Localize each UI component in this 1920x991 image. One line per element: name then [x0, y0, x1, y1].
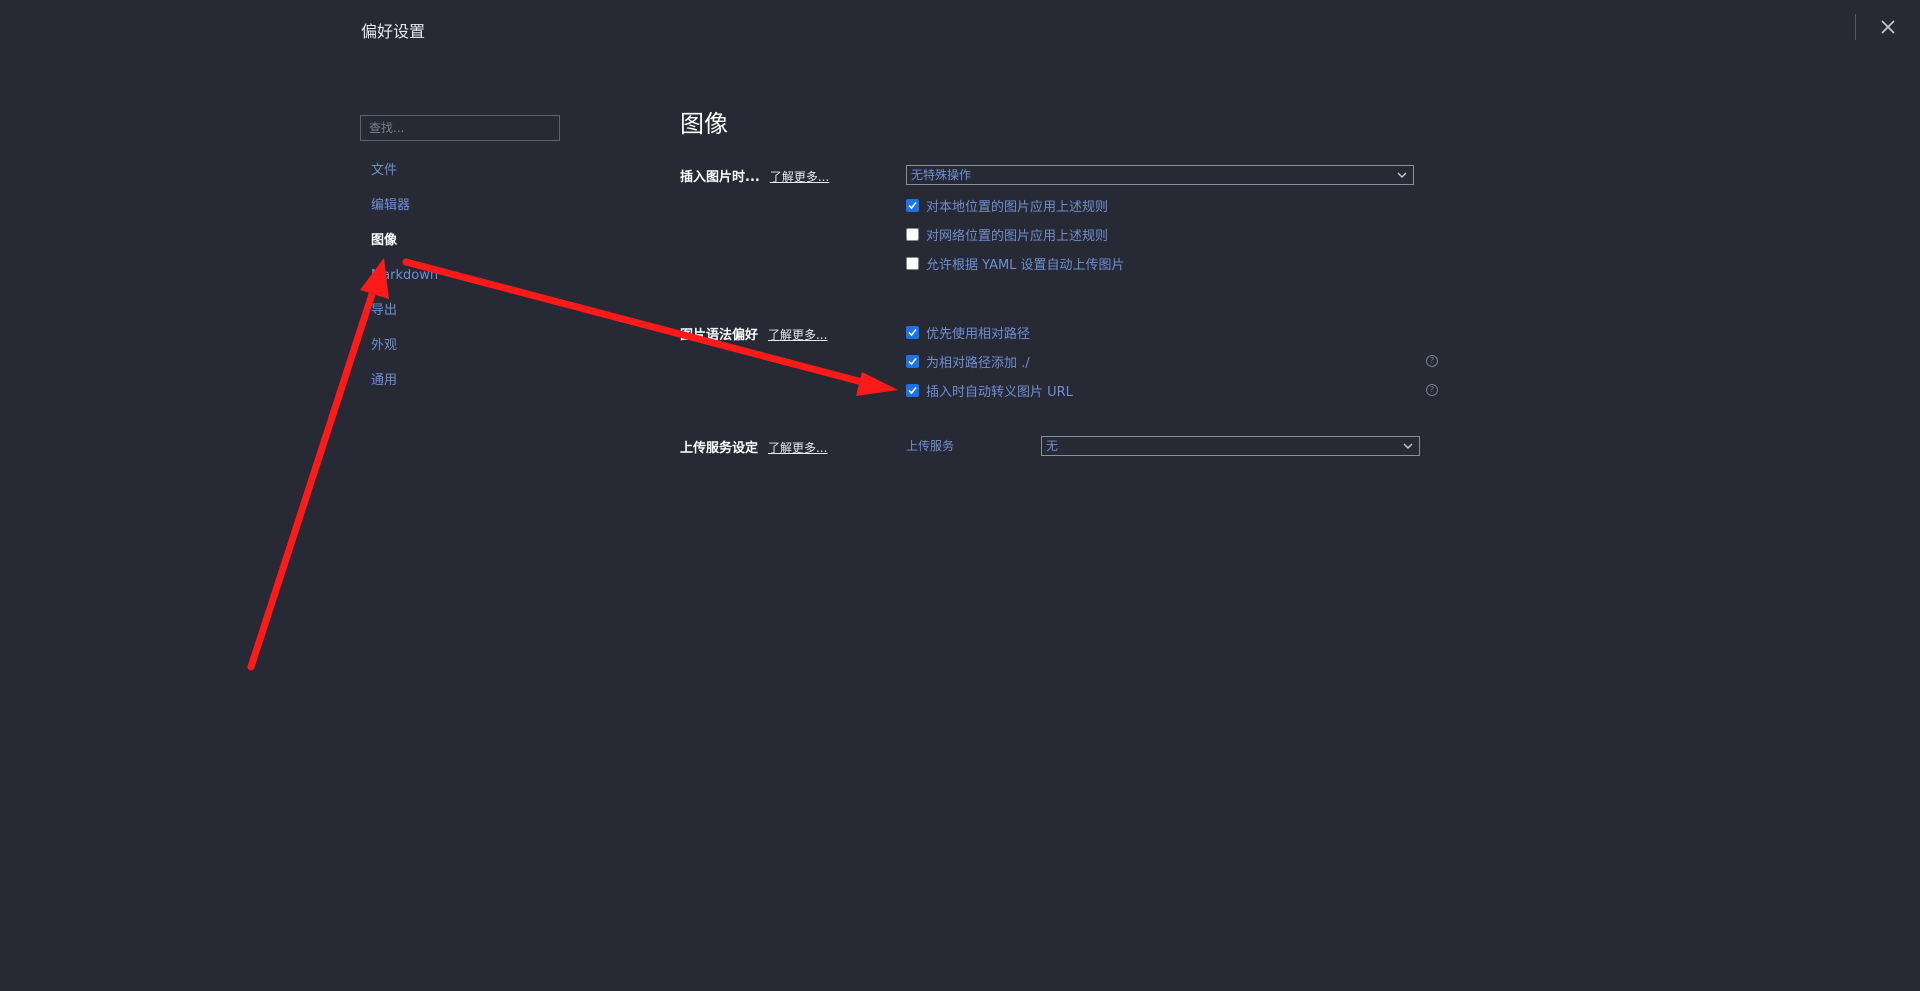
- checkbox[interactable]: [906, 325, 919, 339]
- option-label: 对本地位置的图片应用上述规则: [926, 199, 1109, 215]
- option-local-images[interactable]: 对本地位置的图片应用上述规则: [906, 196, 1109, 215]
- sidebar-item-markdown[interactable]: Markdown: [360, 258, 560, 293]
- checkbox[interactable]: [906, 198, 919, 212]
- chevron-down-icon: [1397, 172, 1407, 178]
- checkbox[interactable]: [906, 256, 919, 270]
- sidebar: 文件 编辑器 图像 Markdown 导出 外观 通用: [360, 115, 560, 398]
- learn-more-link[interactable]: 了解更多...: [770, 170, 829, 184]
- option-label: 允许根据 YAML 设置自动上传图片: [926, 257, 1125, 273]
- option-add-dot-slash[interactable]: 为相对路径添加 ./: [906, 352, 1030, 371]
- upload-label: 上传服务设定: [680, 441, 759, 456]
- upload-service-select[interactable]: 无: [1041, 436, 1420, 456]
- option-escape-url[interactable]: 插入时自动转义图片 URL: [906, 381, 1073, 400]
- help-icon[interactable]: ?: [1426, 355, 1438, 367]
- chevron-down-icon: [1403, 443, 1413, 449]
- upload-service-label: 上传服务: [906, 439, 955, 453]
- sidebar-item-appearance[interactable]: 外观: [360, 328, 560, 363]
- window-title: 偏好设置: [361, 22, 426, 41]
- checkbox[interactable]: [906, 227, 919, 241]
- sidebar-item-file[interactable]: 文件: [360, 153, 560, 188]
- option-yaml-upload[interactable]: 允许根据 YAML 设置自动上传图片: [906, 254, 1125, 273]
- learn-more-link[interactable]: 了解更多...: [768, 441, 827, 455]
- page-title: 图像: [680, 110, 728, 138]
- insert-action-select[interactable]: 无特殊操作: [906, 165, 1414, 185]
- select-value: 无: [1046, 439, 1059, 453]
- search-input[interactable]: [360, 115, 560, 141]
- option-label: 对网络位置的图片应用上述规则: [926, 228, 1109, 244]
- section-label: 上传服务设定 了解更多...: [680, 437, 827, 456]
- close-button[interactable]: [1874, 13, 1902, 41]
- option-label: 插入时自动转义图片 URL: [926, 384, 1073, 400]
- section-label: 插入图片时... 了解更多...: [680, 166, 829, 185]
- check-icon: [908, 328, 917, 336]
- divider: [1855, 14, 1856, 40]
- check-icon: [908, 386, 917, 394]
- sidebar-item-general[interactable]: 通用: [360, 363, 560, 398]
- syntax-label: 图片语法偏好: [680, 328, 759, 343]
- annotation-arrows: [247, 258, 898, 671]
- section-label: 图片语法偏好 了解更多...: [680, 324, 827, 343]
- option-label: 为相对路径添加 ./: [926, 355, 1030, 371]
- check-icon: [908, 357, 917, 365]
- select-value: 无特殊操作: [911, 168, 972, 182]
- learn-more-link[interactable]: 了解更多...: [768, 328, 827, 342]
- insert-image-label: 插入图片时...: [680, 170, 760, 185]
- close-icon: [1881, 20, 1895, 34]
- sidebar-item-editor[interactable]: 编辑器: [360, 188, 560, 223]
- checkbox[interactable]: [906, 354, 919, 368]
- sidebar-item-export[interactable]: 导出: [360, 293, 560, 328]
- checkbox[interactable]: [906, 383, 919, 397]
- sidebar-nav: 文件 编辑器 图像 Markdown 导出 外观 通用: [360, 153, 560, 398]
- preferences-window: 偏好设置 文件 编辑器 图像 Markdown 导出 外观 通用 图像 插入图片…: [0, 0, 1920, 991]
- main-panel: 图像 插入图片时... 了解更多... 无特殊操作 对本地位置的图片应用上述规则 …: [680, 104, 1440, 456]
- option-label: 优先使用相对路径: [926, 326, 1031, 342]
- option-relative-path[interactable]: 优先使用相对路径: [906, 323, 1031, 342]
- check-icon: [908, 201, 917, 209]
- help-icon[interactable]: ?: [1426, 384, 1438, 396]
- sidebar-item-image[interactable]: 图像: [360, 223, 560, 258]
- close-area: [1855, 13, 1902, 41]
- option-network-images[interactable]: 对网络位置的图片应用上述规则: [906, 225, 1109, 244]
